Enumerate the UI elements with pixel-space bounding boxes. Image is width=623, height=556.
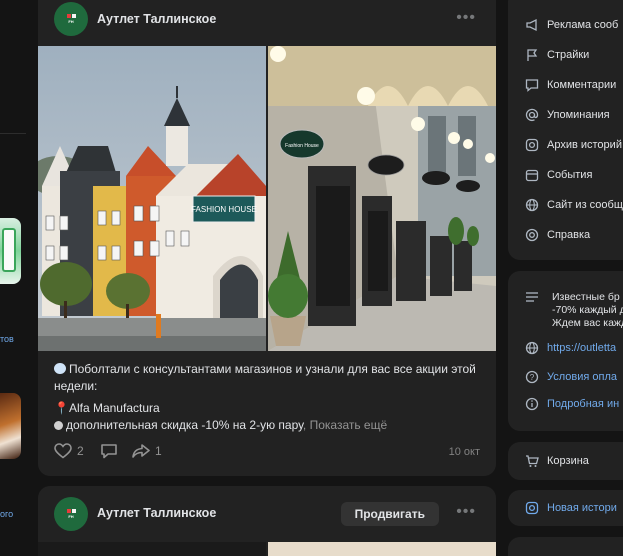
payment-terms-label: Условия опла <box>547 371 618 383</box>
menu-item-comments[interactable]: Комментарии <box>525 78 616 92</box>
community-avatar[interactable]: FH <box>54 497 88 531</box>
payment-terms-link[interactable]: ? Условия опла <box>525 370 617 384</box>
cart-link[interactable]: Корзина <box>525 454 589 468</box>
discount-text: дополнительная скидка -10% на 2-ую пару <box>66 418 303 432</box>
svg-text:?: ? <box>530 373 535 382</box>
comment-button[interactable] <box>100 443 118 459</box>
menu-item-label: Упоминания <box>547 109 610 121</box>
new-story-label: Новая истори <box>547 502 617 514</box>
menu-item-label: Сайт из сообщ <box>547 199 623 211</box>
new-story-card[interactable]: Новая истори <box>508 490 623 526</box>
details-label: Подробная ин <box>547 398 620 410</box>
menu-item-label: События <box>547 169 593 181</box>
flag-icon <box>525 48 539 62</box>
left-link[interactable]: ого <box>0 509 13 519</box>
cart-card[interactable]: Корзина <box>508 442 623 480</box>
cart-icon <box>525 454 539 468</box>
archive-icon <box>525 138 539 152</box>
comment-icon <box>101 444 117 459</box>
shop-sign-text: Fashion House <box>285 143 319 149</box>
post-photo[interactable]: FASHION HOUSE <box>38 46 266 351</box>
share-count: 1 <box>155 444 162 458</box>
post-author[interactable]: Аутлет Таллинское <box>97 12 216 26</box>
at-icon <box>525 108 539 122</box>
post-header: FH Аутлет Таллинское ••• <box>38 0 496 46</box>
shopping-gallery-image: Fashion House <box>268 46 496 351</box>
left-column: тов ого <box>0 0 26 556</box>
menu-item-help[interactable]: Справка <box>525 228 590 242</box>
post-menu-button[interactable]: ••• <box>456 9 476 27</box>
post-photo[interactable] <box>38 542 266 556</box>
bottom-card <box>508 537 623 556</box>
globe-icon <box>525 341 539 355</box>
app-thumbnail[interactable] <box>0 393 21 459</box>
menu-item-label: Справка <box>547 229 591 241</box>
description-line: Ждем вас кажд <box>552 317 623 329</box>
story-icon <box>525 501 539 515</box>
comment-icon <box>525 78 539 92</box>
post-photo[interactable]: Fashion House <box>268 46 496 351</box>
menu-item-mentions[interactable]: Упоминания <box>525 108 610 122</box>
description-icon <box>525 290 539 308</box>
menu-item-ads[interactable]: Реклама сооб <box>525 18 618 32</box>
feed-post: FH Аутлет Таллинское ••• FASHION HOUSE F… <box>38 0 496 476</box>
community-avatar[interactable]: FH <box>54 2 88 36</box>
new-story-link[interactable]: Новая истори <box>525 501 617 515</box>
cart-label: Корзина <box>547 455 589 467</box>
menu-item-label: Страйки <box>547 49 590 61</box>
menu-item-events[interactable]: События <box>525 168 592 182</box>
website-link[interactable]: https://outletta <box>525 341 616 355</box>
description-line: Известные бр <box>552 291 620 303</box>
menu-item-label: Реклама сооб <box>547 19 619 31</box>
menu-item-website[interactable]: Сайт из сообщ <box>525 198 623 212</box>
left-divider <box>0 133 26 134</box>
details-link[interactable]: Подробная ин <box>525 397 619 411</box>
community-info-card: Известные бр -70% каждый д Ждем вас кажд… <box>508 271 623 431</box>
post-photos: FASHION HOUSE Fashion House <box>38 46 496 351</box>
megaphone-icon <box>525 18 539 32</box>
like-button[interactable]: 2 <box>54 443 84 459</box>
post-text: Поболтали с консультантами магазинов и у… <box>54 361 484 434</box>
like-count: 2 <box>77 444 84 458</box>
question-icon: ? <box>525 370 539 384</box>
website-url: https://outletta <box>547 342 617 354</box>
heart-icon <box>54 443 72 459</box>
post-text-line: Поболтали с консультантами магазинов и у… <box>69 362 476 376</box>
bullet-icon <box>54 421 63 430</box>
post-date[interactable]: 10 окт <box>449 446 480 458</box>
promote-button[interactable]: Продвигать <box>340 502 439 526</box>
app-thumbnail[interactable] <box>0 218 21 284</box>
post-author[interactable]: Аутлет Таллинское <box>97 506 216 520</box>
community-description: Известные бр -70% каждый д Ждем вас кажд <box>552 291 623 330</box>
globe-icon <box>525 198 539 212</box>
store-name: Alfa Manufactura <box>68 401 160 415</box>
post-menu-button[interactable]: ••• <box>456 503 476 521</box>
pin-icon: 📍 <box>54 401 69 415</box>
post-text-line: недели: <box>54 379 98 393</box>
left-link[interactable]: тов <box>0 334 14 344</box>
post-photo[interactable] <box>268 542 496 556</box>
show-more-link[interactable]: , Показать ещё <box>303 418 387 432</box>
help-icon <box>525 228 539 242</box>
share-button[interactable]: 1 <box>132 443 162 459</box>
menu-item-label: Комментарии <box>547 79 617 91</box>
speech-bubble-icon <box>54 363 66 374</box>
description-line: -70% каждый д <box>552 304 623 316</box>
calendar-icon <box>525 168 539 182</box>
menu-item-stories-archive[interactable]: Архив историй <box>525 138 622 152</box>
share-icon <box>132 444 150 458</box>
fashion-house-sign: FASHION HOUSE <box>191 205 257 214</box>
info-icon <box>525 397 539 411</box>
menu-item-label: Архив историй <box>547 139 622 151</box>
post-actions: 2 1 10 окт <box>54 440 480 464</box>
feed-post: FH Аутлет Таллинское Продвигать ••• <box>38 486 496 556</box>
menu-item-strikes[interactable]: Страйки <box>525 48 589 62</box>
community-management-menu: Реклама сооб Страйки Комментарии Упомина… <box>508 0 623 260</box>
outlet-buildings-image: FASHION HOUSE <box>38 46 266 351</box>
